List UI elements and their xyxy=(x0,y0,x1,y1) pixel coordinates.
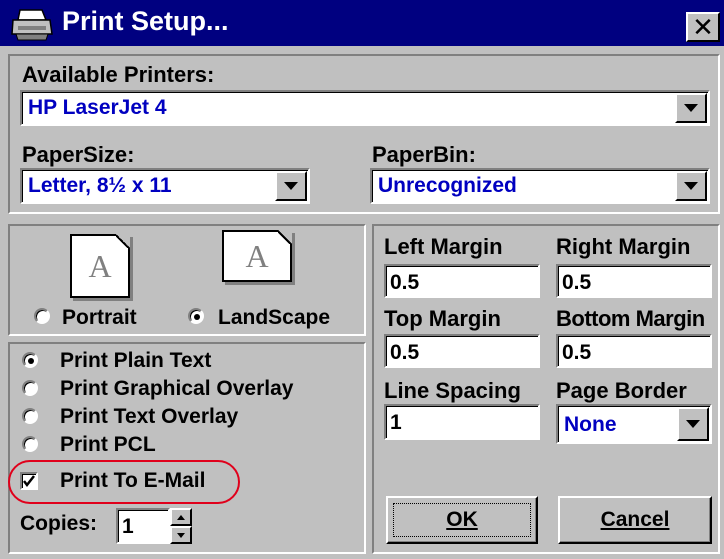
ok-button-label: OK xyxy=(446,508,478,531)
page-border-select[interactable]: None xyxy=(556,404,712,444)
print-pcl-radio[interactable] xyxy=(22,436,38,452)
print-graphical-overlay-radio[interactable] xyxy=(22,380,38,396)
email-checkbox[interactable] xyxy=(20,472,38,490)
print-text-overlay-radio[interactable] xyxy=(22,408,38,424)
print-option-label: Print PCL xyxy=(60,433,156,456)
left-margin-value: 0.5 xyxy=(390,271,420,294)
printer-select[interactable]: HP LaserJet 4 xyxy=(20,90,710,126)
close-button[interactable]: ✕ xyxy=(686,12,720,42)
left-margin-field[interactable]: 0.5 xyxy=(384,264,540,298)
copies-label: Copies: xyxy=(20,512,98,535)
arrow-up-icon xyxy=(177,514,185,520)
page-border-dropdown-button[interactable] xyxy=(677,407,709,441)
landscape-radio[interactable] xyxy=(188,308,204,324)
cancel-button[interactable]: Cancel xyxy=(558,496,712,544)
checkmark-icon xyxy=(23,475,35,488)
chevron-down-icon xyxy=(684,182,698,190)
page-border-value: None xyxy=(564,413,617,436)
chevron-down-icon xyxy=(284,182,298,190)
paper-bin-dropdown-button[interactable] xyxy=(675,171,707,201)
available-printers-label: Available Printers: xyxy=(22,62,215,87)
top-margin-label: Top Margin xyxy=(384,306,501,331)
paper-size-value: Letter, 8½ x 11 xyxy=(28,174,172,197)
paper-size-dropdown-button[interactable] xyxy=(275,171,307,201)
top-margin-field[interactable]: 0.5 xyxy=(384,334,540,368)
print-option-label: Print Plain Text xyxy=(60,349,212,372)
print-plain-text-radio[interactable] xyxy=(22,352,38,368)
right-margin-value: 0.5 xyxy=(562,271,592,294)
print-option-label: Print Graphical Overlay xyxy=(60,377,294,400)
portrait-label: Portrait xyxy=(62,306,137,329)
copies-value: 1 xyxy=(122,515,134,538)
bottom-margin-label: Bottom Margin xyxy=(556,306,705,331)
chevron-down-icon xyxy=(684,104,698,112)
top-margin-value: 0.5 xyxy=(390,341,420,364)
printer-dropdown-button[interactable] xyxy=(675,93,707,123)
page-border-label: Page Border xyxy=(556,378,687,403)
line-spacing-value: 1 xyxy=(390,411,402,434)
printer-select-value: HP LaserJet 4 xyxy=(28,96,167,119)
window-title: Print Setup... xyxy=(62,6,229,36)
line-spacing-label: Line Spacing xyxy=(384,378,521,403)
bottom-margin-field[interactable]: 0.5 xyxy=(556,334,712,368)
paper-bin-value: Unrecognized xyxy=(378,174,517,197)
printer-icon xyxy=(11,9,53,41)
portrait-radio[interactable] xyxy=(34,308,50,324)
bottom-margin-value: 0.5 xyxy=(562,341,592,364)
paper-bin-select[interactable]: Unrecognized xyxy=(370,168,710,204)
paper-bin-label: PaperBin: xyxy=(372,142,476,167)
arrow-down-icon xyxy=(177,532,185,538)
copies-decrement-button[interactable] xyxy=(170,526,192,544)
cancel-button-label: Cancel xyxy=(600,508,670,531)
email-label: Print To E-Mail xyxy=(60,469,206,492)
left-margin-label: Left Margin xyxy=(384,234,503,259)
right-margin-label: Right Margin xyxy=(556,234,691,259)
landscape-page-icon: A xyxy=(222,230,292,282)
paper-size-select[interactable]: Letter, 8½ x 11 xyxy=(20,168,310,204)
ok-button[interactable]: OK xyxy=(386,496,538,544)
landscape-label: LandScape xyxy=(218,306,331,329)
copies-increment-button[interactable] xyxy=(170,508,192,526)
chevron-down-icon xyxy=(686,420,700,428)
title-bar[interactable]: Print Setup... ✕ xyxy=(0,0,724,48)
paper-size-label: PaperSize: xyxy=(22,142,135,167)
copies-field[interactable]: 1 xyxy=(116,508,170,544)
portrait-page-icon: A xyxy=(70,234,130,298)
line-spacing-field[interactable]: 1 xyxy=(384,404,540,440)
right-margin-field[interactable]: 0.5 xyxy=(556,264,712,298)
print-option-label: Print Text Overlay xyxy=(60,405,239,428)
